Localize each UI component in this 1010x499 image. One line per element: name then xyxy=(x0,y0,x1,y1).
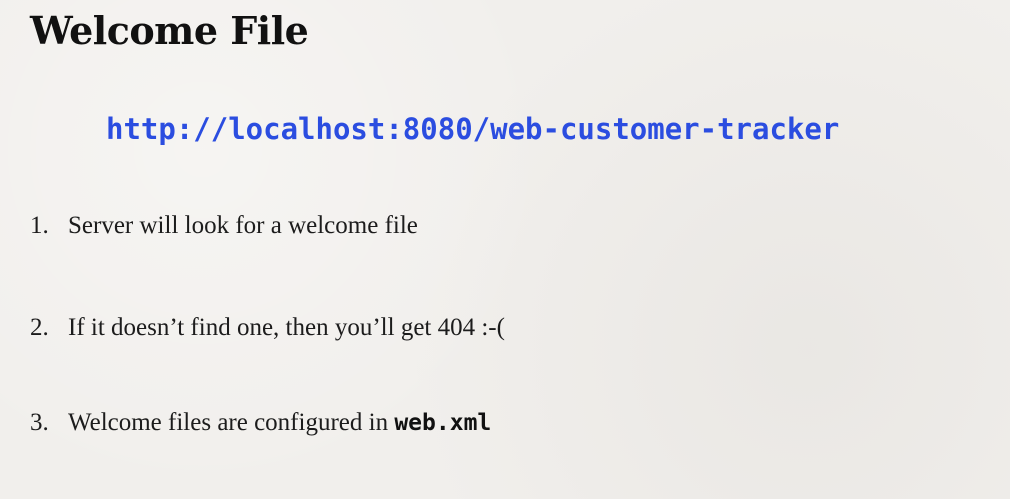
slide-title: Welcome File xyxy=(30,8,309,53)
list-item: 1. Server will look for a welcome file xyxy=(30,212,418,240)
slide: Welcome File http://localhost:8080/web-c… xyxy=(0,0,1010,499)
list-item-text: Server will look for a welcome file xyxy=(68,212,418,239)
list-item-number: 1. xyxy=(30,212,49,239)
code-snippet: web.xml xyxy=(394,410,492,436)
list-item: 2. If it doesn’t find one, then you’ll ge… xyxy=(30,314,505,342)
url-text: http://localhost:8080/web-customer-track… xyxy=(106,112,840,146)
list-item-number: 2. xyxy=(30,314,49,341)
list-item-text: If it doesn’t find one, then you’ll get … xyxy=(68,314,505,341)
list-item: 3. Welcome files are configured in web.xm… xyxy=(30,409,491,437)
list-item-text: Welcome files are configured in xyxy=(68,409,395,436)
list-item-number: 3. xyxy=(30,409,49,436)
